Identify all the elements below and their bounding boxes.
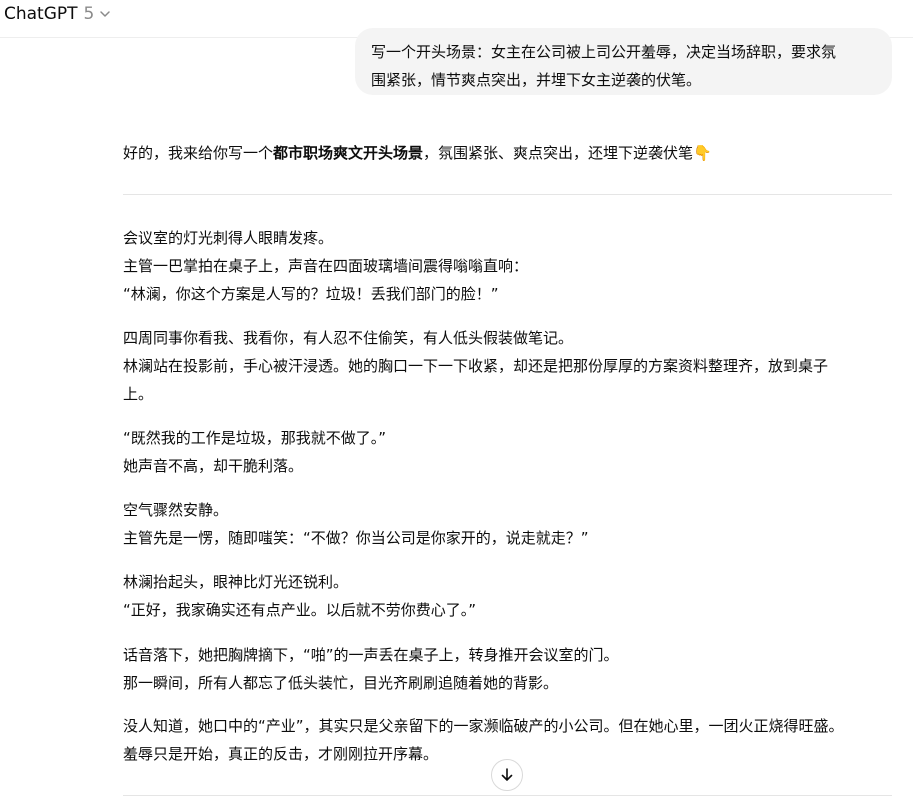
user-message-bubble: 写一个开头场景：女主在公司被上司公开羞辱，决定当场辞职，要求氛 围紧张，情节爽点… xyxy=(355,28,892,95)
story-line: 四周同事你看我、我看你，有人忍不住偷笑，有人低头假装做笔记。 xyxy=(123,329,574,347)
story-line: 空气骤然安静。 xyxy=(123,501,229,519)
story-line: “既然我的工作是垃圾，那我就不做了。” xyxy=(123,429,387,447)
story-line: 主管一巴掌拍在桌子上，声音在四面玻璃墙间震得嗡嗡直响： xyxy=(123,257,529,275)
section-divider xyxy=(123,795,892,796)
story-line: 林澜站在投影前，手心被汗浸透。她的胸口一下一下收紧，却还是把那份厚厚的方案资料整… xyxy=(123,357,829,375)
intro-bold: 都市职场爽文开头场景 xyxy=(273,144,424,162)
story-paragraph: 四周同事你看我、我看你，有人忍不住偷笑，有人低头假装做笔记。 林澜站在投影前，手… xyxy=(123,324,893,408)
chevron-down-icon xyxy=(100,11,111,17)
story-line: 主管先是一愣，随即嗤笑：“不做？你当公司是你家开的，说走就走？” xyxy=(123,529,589,547)
model-switcher[interactable]: ChatGPT 5 xyxy=(4,2,112,26)
story-line: 话音落下，她把胸牌摘下，“啪”的一声丢在桌子上，转身推开会议室的门。 xyxy=(123,646,619,664)
story-line: 林澜抬起头，眼神比灯光还锐利。 xyxy=(123,573,349,591)
user-message-line: 围紧张，情节爽点突出，并埋下女主逆袭的伏笔。 xyxy=(371,71,702,89)
story-line: 她声音不高，却干脆利落。 xyxy=(123,457,304,475)
story-line: 会议室的灯光刺得人眼睛发疼。 xyxy=(123,229,334,247)
model-version: 5 xyxy=(83,4,95,24)
story-line: “正好，我家确实还有点产业。以后就不劳你费心了。” xyxy=(123,601,477,619)
story-paragraph: 话音落下，她把胸牌摘下，“啪”的一声丢在桌子上，转身推开会议室的门。 那一瞬间，… xyxy=(123,641,893,697)
section-divider xyxy=(123,194,892,195)
story-paragraph: 会议室的灯光刺得人眼睛发疼。 主管一巴掌拍在桌子上，声音在四面玻璃墙间震得嗡嗡直… xyxy=(123,224,893,308)
story-line: 那一瞬间，所有人都忘了低头装忙，目光齐刷刷追随着她的背影。 xyxy=(123,674,559,692)
scroll-to-bottom-button[interactable] xyxy=(491,759,523,791)
story-paragraph: 林澜抬起头，眼神比灯光还锐利。 “正好，我家确实还有点产业。以后就不劳你费心了。… xyxy=(123,568,893,624)
intro-prefix: 好的，我来给你写一个 xyxy=(123,144,274,162)
story-line: 没人知道，她口中的“产业”，其实只是父亲留下的一家濒临破产的小公司。但在她心里，… xyxy=(123,717,844,735)
story-line: 上。 xyxy=(123,385,154,403)
story-paragraph: 空气骤然安静。 主管先是一愣，随即嗤笑：“不做？你当公司是你家开的，说走就走？” xyxy=(123,496,893,552)
user-message-line: 写一个开头场景：女主在公司被上司公开羞辱，决定当场辞职，要求氛 xyxy=(371,43,837,61)
model-name: ChatGPT xyxy=(4,4,78,24)
intro-suffix: ，氛围紧张、爽点突出，还埋下逆袭伏笔👇 xyxy=(423,144,712,162)
story-paragraph: “既然我的工作是垃圾，那我就不做了。” 她声音不高，却干脆利落。 xyxy=(123,424,893,480)
story-line: “林澜，你这个方案是人写的？垃圾！丢我们部门的脸！” xyxy=(123,285,499,303)
assistant-intro: 好的，我来给你写一个都市职场爽文开头场景，氛围紧张、爽点突出，还埋下逆袭伏笔👇 xyxy=(123,140,893,166)
arrow-down-icon xyxy=(501,768,513,781)
